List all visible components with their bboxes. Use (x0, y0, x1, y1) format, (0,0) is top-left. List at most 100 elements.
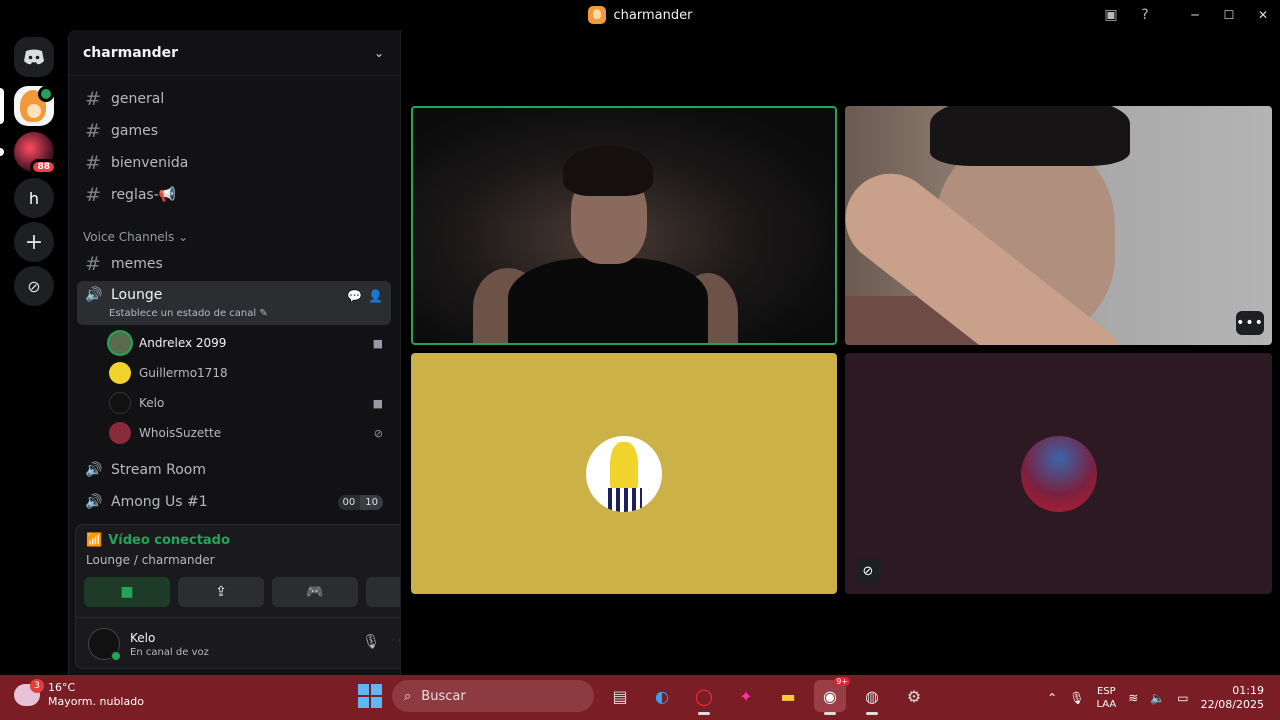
close-button[interactable]: ✕ (1246, 0, 1280, 30)
connection-channel[interactable]: Lounge / charmander (86, 553, 215, 567)
avatar (586, 435, 662, 512)
voice-channels-category[interactable]: Voice Channels ⌄ (83, 230, 188, 244)
avatar (109, 332, 131, 354)
tile-guillermo[interactable] (411, 353, 837, 594)
muted-mic-icon: ⊘ (855, 558, 881, 584)
hash-icon: # (85, 184, 101, 206)
window-title-text: charmander (613, 7, 693, 23)
weather-widget[interactable]: 3 16°C Mayorm. nublado (14, 679, 144, 709)
inbox-icon[interactable]: ▣ (1094, 0, 1128, 30)
microphone-icon[interactable]: 🎙 (1069, 691, 1084, 705)
channel-memes[interactable]: # memes (77, 249, 391, 279)
hash-icon: # (85, 88, 101, 110)
avatar (1020, 435, 1097, 512)
channel-sidebar: charmander ⌄ # general # games # bienven… (68, 30, 461, 675)
online-status-icon (110, 650, 122, 662)
volume-icon[interactable]: 🔈 (1150, 691, 1165, 705)
channel-reglas[interactable]: # reglas-📢 (77, 180, 391, 210)
more-options-button[interactable]: ••• (1236, 311, 1264, 335)
weather-badge: 3 (30, 679, 44, 693)
video-camera-icon: ■ (372, 336, 383, 350)
voice-member[interactable]: Andrelex 2099 ■ (109, 329, 391, 357)
speaker-icon: 🔊 (85, 287, 103, 303)
wifi-icon[interactable]: ≋ (1128, 691, 1138, 705)
battery-icon[interactable]: ▭ (1177, 691, 1188, 705)
add-server-button[interactable]: + (14, 222, 54, 262)
unread-pill (0, 148, 4, 156)
title-bar: charmander ▣ ? ─ ☐ ✕ (0, 0, 1280, 30)
settings-icon[interactable]: ⚙ (898, 680, 930, 712)
gamepad-icon: 🎮 (306, 584, 324, 600)
voice-channel-lounge[interactable]: 🔊 Lounge Establece un estado de canal ✎ … (77, 281, 391, 325)
file-explorer-icon[interactable]: ▬ (772, 680, 804, 712)
discord-logo-icon (24, 49, 44, 65)
clock[interactable]: 01:19 22/08/2025 (1201, 684, 1264, 712)
video-camera-icon: ■ (372, 396, 383, 410)
user-status: En canal de voz (130, 647, 209, 658)
chat-bubble-icon[interactable]: 💬 (347, 289, 362, 303)
server-header[interactable]: charmander ⌄ (69, 30, 400, 76)
voice-member[interactable]: Kelo ■ (109, 389, 391, 417)
server-h[interactable]: h (14, 178, 54, 218)
signal-icon: 📶 (86, 533, 103, 548)
maximize-button[interactable]: ☐ (1212, 0, 1246, 30)
avatar (109, 422, 131, 444)
video-camera-icon: ■ (120, 584, 134, 600)
video-call-area: ••• ⊘ (400, 30, 1280, 675)
windows-taskbar: 3 16°C Mayorm. nublado ⌕ Buscar ▤ ◐ ◯ ✦ … (0, 675, 1280, 720)
tile-whoissuzette[interactable]: ⊘ (845, 353, 1272, 594)
voice-member[interactable]: WhoisSuzette ⊘ (109, 419, 391, 447)
search-icon: ⌕ (404, 688, 412, 704)
muted-mic-icon: ⊘ (373, 426, 383, 440)
help-icon[interactable]: ? (1128, 0, 1162, 30)
server-2[interactable]: 88 (14, 132, 57, 175)
user-limit-badge: 00 10 (337, 494, 383, 510)
notification-badge: 9+ (834, 677, 850, 686)
hash-icon: # (85, 120, 101, 142)
live-indicator-icon (38, 86, 54, 102)
obs-icon[interactable]: ◍ (856, 680, 888, 715)
server-icon (587, 6, 606, 24)
copilot-icon[interactable]: ✦ (730, 680, 762, 712)
speaker-icon: 🔊 (85, 462, 103, 478)
camera-button[interactable]: ■ (84, 577, 170, 607)
direct-messages-button[interactable] (14, 37, 54, 77)
task-view-icon[interactable]: ▤ (604, 680, 636, 712)
taskbar-search[interactable]: ⌕ Buscar (392, 680, 594, 712)
minimize-button[interactable]: ─ (1178, 0, 1212, 30)
weather-desc: Mayorm. nublado (48, 695, 144, 708)
start-button[interactable] (358, 684, 382, 708)
server-name: charmander (83, 44, 179, 61)
video-tile-andrelex[interactable] (411, 106, 837, 345)
selected-server-pill (0, 88, 4, 124)
channel-bienvenida[interactable]: # bienvenida (77, 148, 391, 178)
screen-share-icon: ⇪ (215, 584, 227, 600)
chevron-up-icon[interactable]: ⌃ (1047, 691, 1057, 705)
activities-button[interactable]: 🎮 (272, 577, 358, 607)
voice-member[interactable]: Guillermo1718 (109, 359, 391, 387)
weather-temp: 16°C (48, 681, 76, 694)
window-title: charmander (587, 6, 693, 24)
discord-taskbar-icon[interactable]: ◉ 9+ (814, 677, 850, 715)
opera-icon[interactable]: ◯ (688, 680, 720, 715)
connection-status[interactable]: 📶 Vídeo conectado (86, 533, 230, 548)
hash-icon: # (85, 253, 101, 275)
screen-share-button[interactable]: ⇪ (178, 577, 264, 607)
system-tray: ⌃ 🎙 ESP LAA ≋ 🔈 ▭ 01:19 22/08/2025 (1047, 675, 1280, 720)
explore-servers-button[interactable]: ⊘ (14, 266, 54, 306)
channel-games[interactable]: # games (77, 116, 391, 146)
invite-user-icon[interactable]: 👤 (368, 289, 383, 303)
microphone-icon[interactable]: 🎙 (362, 634, 380, 650)
user-name[interactable]: Kelo (130, 631, 155, 645)
channel-general[interactable]: # general (77, 84, 391, 114)
avatar (109, 392, 131, 414)
language-indicator[interactable]: ESP LAA (1096, 685, 1116, 711)
hash-icon: # (85, 152, 101, 174)
chevron-down-icon: ⌄ (373, 45, 384, 60)
channel-status[interactable]: Establece un estado de canal ✎ (109, 308, 268, 319)
voice-channel-among-us[interactable]: 🔊 Among Us #1 00 10 (77, 487, 391, 517)
edge-icon[interactable]: ◐ (646, 680, 678, 712)
voice-channel-stream-room[interactable]: 🔊 Stream Room (77, 455, 391, 485)
avatar (109, 362, 131, 384)
video-tile-kelo[interactable]: ••• (845, 106, 1272, 345)
